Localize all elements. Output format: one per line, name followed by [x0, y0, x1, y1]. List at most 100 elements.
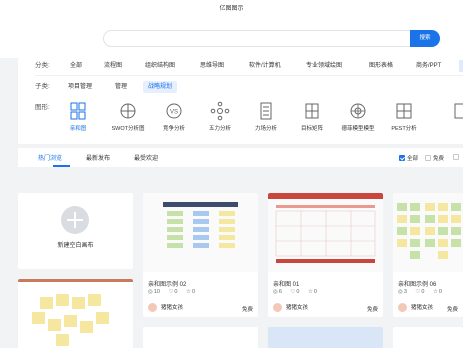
tab-hot[interactable]: 热门浏览 — [38, 153, 62, 162]
shape-pest[interactable]: PEST分析 — [381, 101, 427, 132]
template-card-6[interactable] — [268, 327, 383, 348]
template-card-4[interactable] — [18, 279, 133, 348]
divider — [35, 75, 463, 76]
subcategory-management[interactable]: 管理 — [115, 81, 127, 93]
template-stats: ◎6 ♡0 ☆0 — [273, 289, 324, 295]
template-card-2[interactable]: 亲和图 01 ◎6 ♡0 ☆0 猪猪女孩 免费 — [268, 193, 383, 317]
category-business-ppt[interactable]: 商务/PPT — [416, 60, 441, 72]
favs-count: 0 — [438, 289, 442, 295]
category-mindmap[interactable]: 思维导图 — [200, 60, 224, 72]
checkbox-icon — [453, 154, 459, 160]
views-count: 10 — [153, 289, 160, 295]
category-label: 分类: — [35, 62, 50, 69]
shape-more-partial[interactable] — [431, 101, 463, 121]
sticky-notes-thumbnail — [397, 203, 461, 259]
checkbox-icon — [425, 155, 431, 161]
filter-free-label: 免费 — [433, 156, 445, 162]
shape-five-force[interactable]: 五力分析 — [197, 101, 243, 132]
views-icon: ◎ — [273, 289, 278, 295]
filter-free-checkbox[interactable]: 免费 — [425, 154, 444, 162]
search-input[interactable]: 搜索 — [103, 30, 440, 47]
category-flowchart[interactable]: 流程图 — [104, 60, 122, 72]
category-org-chart[interactable]: 组织结构图 — [145, 60, 175, 72]
views-count: 6 — [278, 289, 282, 295]
sort-tabs: 热门浏览 最新发布 最受欢迎 全部 免费 — [18, 148, 463, 167]
tab-active-underline — [53, 165, 70, 167]
shape-competition-label: 竞争分析 — [162, 126, 185, 132]
template-thumbnail[interactable] — [143, 193, 258, 272]
template-price: 免费 — [366, 307, 378, 313]
template-thumbnail[interactable] — [268, 193, 383, 272]
shape-target-matrix-label: 目标矩阵 — [300, 126, 323, 132]
tab-latest[interactable]: 最新发布 — [86, 153, 110, 162]
likes-count: 0 — [296, 289, 300, 295]
template-name[interactable]: 亲和图 01 — [273, 279, 299, 288]
views-icon: ◎ — [148, 289, 153, 295]
affinity-table-thumbnail — [268, 193, 383, 263]
cut-off-icon — [454, 103, 463, 119]
shape-affinity[interactable]: 亲和图 — [55, 101, 101, 132]
search-button[interactable]: 搜索 — [410, 30, 440, 47]
pest-icon — [396, 103, 412, 119]
subcategory-strategy[interactable]: 战略规划 — [143, 81, 178, 93]
template-card-7[interactable] — [393, 327, 463, 348]
avatar — [148, 303, 157, 312]
shape-competition[interactable]: VS 竞争分析 — [151, 101, 197, 132]
template-stats: ◎10 ♡0 ☆0 — [148, 289, 202, 295]
template-card-1[interactable]: 亲和图示例 02 ◎10 ♡0 ☆0 猪猪女孩 免费 — [143, 193, 258, 317]
author-name: 猪猪女孩 — [411, 305, 434, 311]
template-price: 免费 — [446, 307, 458, 313]
new-blank-label: 新建空白画布 — [57, 243, 94, 249]
views-icon: ◎ — [398, 289, 403, 295]
like-icon: ♡ — [168, 289, 174, 295]
like-icon: ♡ — [415, 289, 421, 295]
author-name: 猪猪女孩 — [286, 305, 309, 311]
affinity-notes-thumbnail — [18, 279, 133, 346]
star-icon: ☆ — [432, 289, 438, 295]
plus-icon[interactable] — [61, 206, 89, 234]
template-name[interactable]: 亲和图示例 06 — [398, 279, 436, 288]
likes-count: 0 — [421, 289, 425, 295]
template-thumbnail[interactable] — [393, 193, 463, 272]
subcategory-label: 子类: — [35, 83, 50, 90]
shape-five-force-label: 五力分析 — [208, 126, 231, 132]
category-software[interactable]: 软件/计算机 — [249, 60, 281, 72]
shape-swot[interactable]: SWOT分析图 — [105, 101, 151, 132]
template-stats: ◎3 ♡0 ☆0 — [398, 289, 449, 295]
template-author[interactable]: 猪猪女孩 — [398, 303, 433, 312]
affinity-icon — [70, 102, 86, 120]
star-icon: ☆ — [186, 289, 191, 295]
views-count: 3 — [403, 289, 407, 295]
subcategory-project-mgmt[interactable]: 项目管理 — [68, 81, 92, 93]
template-author[interactable]: 猪猪女孩 — [273, 303, 308, 312]
five-force-icon — [210, 101, 230, 121]
shape-target-matrix[interactable]: 目标矩阵 — [289, 101, 335, 132]
shape-affinity-label: 亲和图 — [69, 126, 87, 132]
shape-delphi-label: 德菲模型模型 — [341, 126, 375, 132]
affinity-diagram-thumbnail — [163, 202, 238, 248]
filter-paid-checkbox[interactable] — [453, 154, 461, 161]
category-row: 分类: 全部 流程图 组织结构图 思维导图 软件/计算机 专业领域绘图 图形表格… — [18, 60, 463, 72]
category-professional[interactable]: 专业领域绘图 — [306, 60, 342, 72]
likes-count: 0 — [174, 289, 178, 295]
shape-force-field-label: 力场分析 — [254, 126, 277, 132]
category-more-stub[interactable] — [459, 60, 463, 72]
template-author[interactable]: 猪猪女孩 — [148, 303, 183, 312]
category-all[interactable]: 全部 — [70, 60, 82, 72]
template-card-3[interactable]: 亲和图示例 06 ◎3 ♡0 ☆0 猪猪女孩 免费 — [393, 193, 463, 317]
favs-count: 0 — [313, 289, 317, 295]
target-matrix-icon — [305, 103, 319, 119]
shape-force-field[interactable]: 力场分析 — [243, 101, 289, 132]
force-field-icon — [260, 102, 272, 120]
template-name[interactable]: 亲和图示例 02 — [148, 279, 186, 288]
template-card-5[interactable] — [143, 327, 258, 348]
filter-panel: 分类: 全部 流程图 组织结构图 思维导图 软件/计算机 专业领域绘图 图形表格… — [18, 56, 463, 144]
swot-icon — [120, 103, 136, 119]
checkbox-checked-icon — [399, 155, 405, 161]
vs-icon: VS — [166, 103, 182, 119]
category-graphic-table[interactable]: 图形表格 — [369, 60, 393, 72]
filter-all-checkbox[interactable]: 全部 — [399, 154, 418, 162]
tab-popular[interactable]: 最受欢迎 — [134, 153, 158, 162]
star-icon: ☆ — [307, 289, 313, 295]
shape-delphi[interactable]: 德菲模型模型 — [335, 101, 381, 132]
